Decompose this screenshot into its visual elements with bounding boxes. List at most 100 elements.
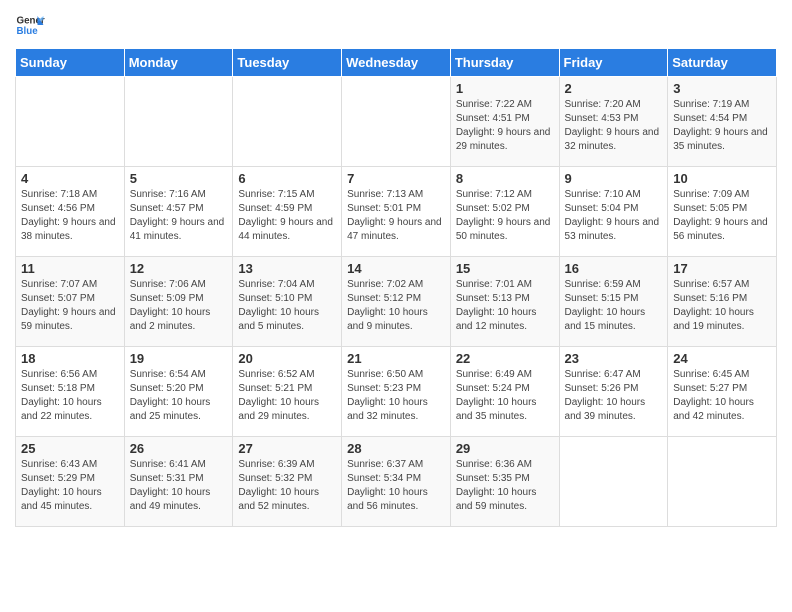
calendar-cell: 10 Sunrise: 7:09 AM Sunset: 5:05 PM Dayli… (668, 167, 777, 257)
header-day-monday: Monday (124, 49, 233, 77)
calendar-cell: 8Sunrise: 7:12 AM Sunset: 5:02 PM Daylig… (450, 167, 559, 257)
calendar-cell (342, 77, 451, 167)
day-number: 12 (130, 261, 228, 276)
calendar-cell: 13Sunrise: 7:04 AM Sunset: 5:10 PM Dayli… (233, 257, 342, 347)
day-content: Sunrise: 7:09 AM Sunset: 5:05 PM Dayligh… (673, 188, 771, 244)
day-number: 25 (21, 441, 119, 456)
week-row-1: 4 Sunrise: 7:18 AM Sunset: 4:56 PM Daylig… (16, 167, 777, 257)
calendar-cell: 7 Sunrise: 7:13 AM Sunset: 5:01 PM Daylig… (342, 167, 451, 257)
day-number: 24 (673, 351, 771, 366)
calendar-cell: 24 Sunrise: 6:45 AM Sunset: 5:27 PM Dayli… (668, 347, 777, 437)
day-number: 26 (130, 441, 228, 456)
calendar-cell (16, 77, 125, 167)
day-content: Sunrise: 6:56 AM Sunset: 5:18 PM Dayligh… (21, 368, 119, 424)
header-day-friday: Friday (559, 49, 668, 77)
calendar-cell: 12 Sunrise: 7:06 AM Sunset: 5:09 PM Dayli… (124, 257, 233, 347)
day-content: Sunrise: 7:10 AM Sunset: 5:04 PM Dayligh… (565, 188, 663, 244)
calendar-cell: 29Sunrise: 6:36 AM Sunset: 5:35 PM Dayli… (450, 437, 559, 527)
calendar-cell: 4 Sunrise: 7:18 AM Sunset: 4:56 PM Daylig… (16, 167, 125, 257)
day-content: Sunrise: 7:07 AM Sunset: 5:07 PM Dayligh… (21, 278, 119, 334)
day-content: Sunrise: 6:54 AM Sunset: 5:20 PM Dayligh… (130, 368, 228, 424)
day-content: Sunrise: 6:47 AM Sunset: 5:26 PM Dayligh… (565, 368, 663, 424)
day-content: Sunrise: 7:15 AM Sunset: 4:59 PM Dayligh… (238, 188, 336, 244)
day-content: Sunrise: 7:20 AM Sunset: 4:53 PM Dayligh… (565, 98, 663, 154)
day-number: 6 (238, 171, 336, 186)
calendar-cell: 19 Sunrise: 6:54 AM Sunset: 5:20 PM Dayli… (124, 347, 233, 437)
header-day-tuesday: Tuesday (233, 49, 342, 77)
day-content: Sunrise: 7:22 AM Sunset: 4:51 PM Dayligh… (456, 98, 554, 154)
header-day-sunday: Sunday (16, 49, 125, 77)
calendar-cell: 16 Sunrise: 6:59 AM Sunset: 5:15 PM Dayli… (559, 257, 668, 347)
day-number: 5 (130, 171, 228, 186)
day-number: 20 (238, 351, 336, 366)
calendar-cell: 21 Sunrise: 6:50 AM Sunset: 5:23 PM Dayli… (342, 347, 451, 437)
day-number: 7 (347, 171, 445, 186)
day-content: Sunrise: 6:37 AM Sunset: 5:34 PM Dayligh… (347, 458, 445, 514)
day-number: 22 (456, 351, 554, 366)
header-day-saturday: Saturday (668, 49, 777, 77)
calendar-cell (559, 437, 668, 527)
week-row-0: 1 Sunrise: 7:22 AM Sunset: 4:51 PM Daylig… (16, 77, 777, 167)
day-number: 4 (21, 171, 119, 186)
header-day-wednesday: Wednesday (342, 49, 451, 77)
calendar-cell: 20Sunrise: 6:52 AM Sunset: 5:21 PM Dayli… (233, 347, 342, 437)
day-number: 1 (456, 81, 554, 96)
week-row-4: 25 Sunrise: 6:43 AM Sunset: 5:29 PM Dayli… (16, 437, 777, 527)
calendar-cell (668, 437, 777, 527)
calendar-cell: 11 Sunrise: 7:07 AM Sunset: 5:07 PM Dayli… (16, 257, 125, 347)
day-number: 8 (456, 171, 554, 186)
day-number: 15 (456, 261, 554, 276)
calendar-cell (233, 77, 342, 167)
calendar-cell: 3Sunrise: 7:19 AM Sunset: 4:54 PM Daylig… (668, 77, 777, 167)
calendar-cell: 18 Sunrise: 6:56 AM Sunset: 5:18 PM Dayli… (16, 347, 125, 437)
day-number: 17 (673, 261, 771, 276)
day-number: 23 (565, 351, 663, 366)
calendar-cell: 26 Sunrise: 6:41 AM Sunset: 5:31 PM Dayli… (124, 437, 233, 527)
day-content: Sunrise: 7:19 AM Sunset: 4:54 PM Dayligh… (673, 98, 771, 154)
header-day-thursday: Thursday (450, 49, 559, 77)
calendar-table: SundayMondayTuesdayWednesdayThursdayFrid… (15, 48, 777, 527)
day-number: 29 (456, 441, 554, 456)
day-content: Sunrise: 7:18 AM Sunset: 4:56 PM Dayligh… (21, 188, 119, 244)
day-number: 14 (347, 261, 445, 276)
day-number: 11 (21, 261, 119, 276)
day-number: 10 (673, 171, 771, 186)
day-content: Sunrise: 6:41 AM Sunset: 5:31 PM Dayligh… (130, 458, 228, 514)
day-content: Sunrise: 6:39 AM Sunset: 5:32 PM Dayligh… (238, 458, 336, 514)
calendar-cell: 1 Sunrise: 7:22 AM Sunset: 4:51 PM Daylig… (450, 77, 559, 167)
calendar-cell: 27 Sunrise: 6:39 AM Sunset: 5:32 PM Dayli… (233, 437, 342, 527)
day-content: Sunrise: 6:59 AM Sunset: 5:15 PM Dayligh… (565, 278, 663, 334)
day-number: 21 (347, 351, 445, 366)
calendar-cell: 28 Sunrise: 6:37 AM Sunset: 5:34 PM Dayli… (342, 437, 451, 527)
day-number: 9 (565, 171, 663, 186)
calendar-cell: 14Sunrise: 7:02 AM Sunset: 5:12 PM Dayli… (342, 257, 451, 347)
day-content: Sunrise: 6:50 AM Sunset: 5:23 PM Dayligh… (347, 368, 445, 424)
day-content: Sunrise: 6:43 AM Sunset: 5:29 PM Dayligh… (21, 458, 119, 514)
calendar-cell: 25 Sunrise: 6:43 AM Sunset: 5:29 PM Dayli… (16, 437, 125, 527)
day-number: 18 (21, 351, 119, 366)
logo: General Blue (15, 10, 45, 40)
day-number: 28 (347, 441, 445, 456)
calendar-cell: 15Sunrise: 7:01 AM Sunset: 5:13 PM Dayli… (450, 257, 559, 347)
calendar-header: SundayMondayTuesdayWednesdayThursdayFrid… (16, 49, 777, 77)
day-number: 27 (238, 441, 336, 456)
day-content: Sunrise: 7:06 AM Sunset: 5:09 PM Dayligh… (130, 278, 228, 334)
day-number: 13 (238, 261, 336, 276)
calendar-cell: 5Sunrise: 7:16 AM Sunset: 4:57 PM Daylig… (124, 167, 233, 257)
day-number: 16 (565, 261, 663, 276)
day-number: 2 (565, 81, 663, 96)
day-content: Sunrise: 7:13 AM Sunset: 5:01 PM Dayligh… (347, 188, 445, 244)
week-row-2: 11 Sunrise: 7:07 AM Sunset: 5:07 PM Dayli… (16, 257, 777, 347)
day-number: 19 (130, 351, 228, 366)
day-content: Sunrise: 6:45 AM Sunset: 5:27 PM Dayligh… (673, 368, 771, 424)
page-header: General Blue (15, 10, 777, 40)
logo-icon: General Blue (15, 10, 45, 40)
svg-text:Blue: Blue (17, 26, 39, 37)
calendar-body: 1 Sunrise: 7:22 AM Sunset: 4:51 PM Daylig… (16, 77, 777, 527)
day-content: Sunrise: 6:57 AM Sunset: 5:16 PM Dayligh… (673, 278, 771, 334)
week-row-3: 18 Sunrise: 6:56 AM Sunset: 5:18 PM Dayli… (16, 347, 777, 437)
calendar-cell: 6 Sunrise: 7:15 AM Sunset: 4:59 PM Daylig… (233, 167, 342, 257)
header-row: SundayMondayTuesdayWednesdayThursdayFrid… (16, 49, 777, 77)
calendar-cell: 23 Sunrise: 6:47 AM Sunset: 5:26 PM Dayli… (559, 347, 668, 437)
calendar-cell: 2 Sunrise: 7:20 AM Sunset: 4:53 PM Daylig… (559, 77, 668, 167)
